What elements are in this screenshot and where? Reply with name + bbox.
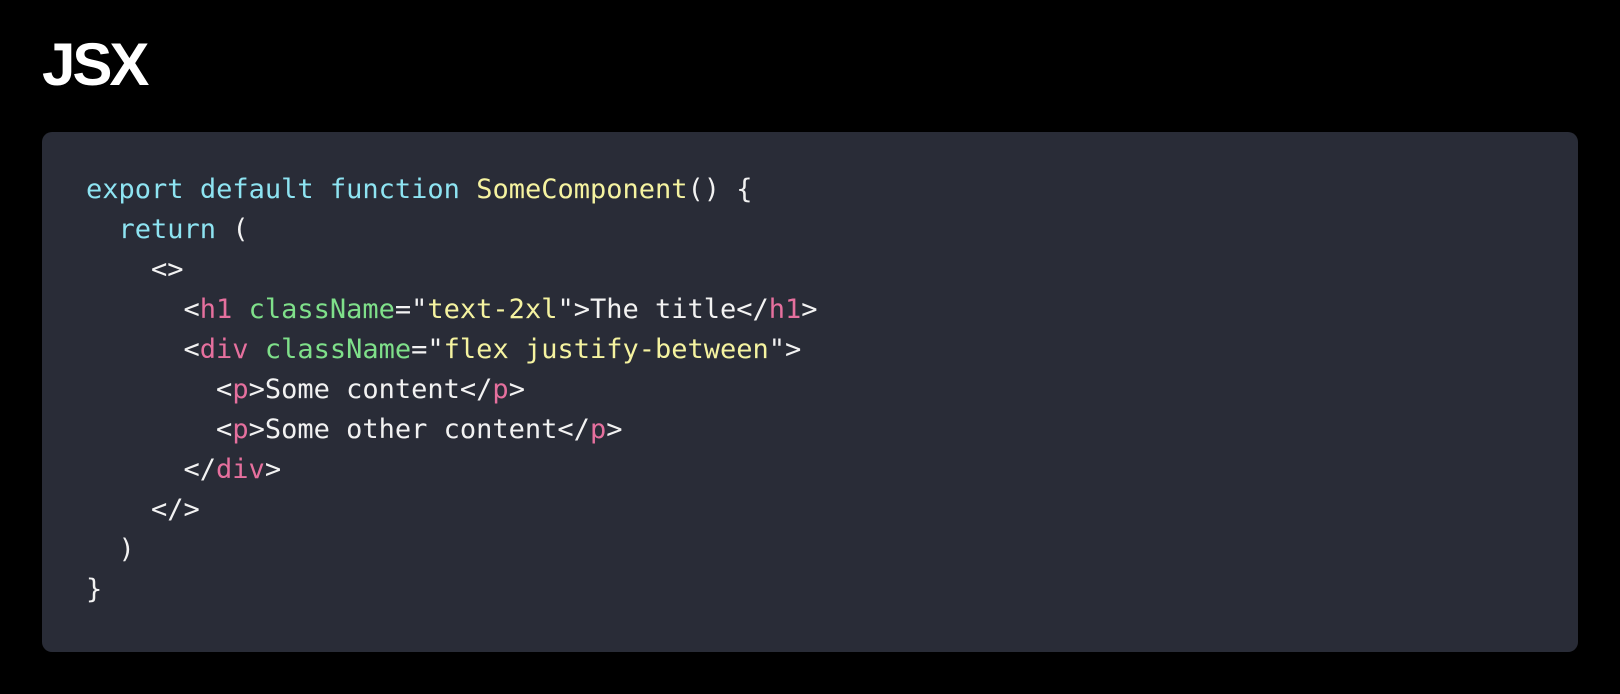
code-line: <div className="flex justify-between"> [86,330,818,370]
code-token-plain: > [508,374,525,405]
code-block[interactable]: export default function SomeComponent() … [42,132,1578,652]
code-token-plain: =" [394,294,428,325]
code-token-plain: <> [86,254,184,285]
code-content[interactable]: export default function SomeComponent() … [86,170,818,610]
code-token-string: flex justify-between [443,334,769,365]
code-line: <h1 className="text-2xl">The title</h1> [86,290,818,330]
code-token-tag: p [232,374,249,405]
code-token-plain: > [606,414,623,445]
code-token-tag: div [199,334,249,365]
code-token-plain: </> [86,494,200,525]
code-line: ) [86,530,818,570]
code-token-string: text-2xl [427,294,558,325]
code-token-plain: >Some content</ [248,374,493,405]
code-line: } [86,570,818,610]
code-line: </div> [86,450,818,490]
code-token-tag: h1 [199,294,233,325]
code-token-plain: ) [86,534,135,565]
code-token-plain: >Some other content</ [248,414,590,445]
code-token-plain: "> [768,334,802,365]
code-token-plain: < [86,334,200,365]
page: JSX export default function SomeComponen… [0,0,1620,694]
code-token-plain: < [86,414,233,445]
code-token-plain: () { [687,174,753,205]
code-token-tag: p [492,374,509,405]
code-token-attribute: className [248,294,395,325]
code-token-tag: p [232,414,249,445]
code-line: return ( [86,210,818,250]
code-token-tag: h1 [768,294,802,325]
code-token-plain: < [86,374,233,405]
code-line: <> [86,250,818,290]
code-line: </> [86,490,818,530]
code-token-plain: ( [216,214,249,245]
code-line: <p>Some content</p> [86,370,818,410]
code-token-plain: </ [86,454,217,485]
code-token-plain: =" [411,334,444,365]
code-line: <p>Some other content</p> [86,410,818,450]
code-token-keyword: default [199,174,314,205]
code-token-tag: div [216,454,265,485]
code-line: export default function SomeComponent() … [86,170,818,210]
code-token-plain: < [86,294,200,325]
code-token-keyword: export [86,174,184,205]
code-token-plain: > [264,454,282,485]
code-token-plain: ">The title</ [557,294,769,325]
code-token-plain: } [86,574,103,605]
page-title: JSX [42,31,149,98]
code-token-tag: p [589,414,607,445]
code-token-keyword: function [329,174,460,205]
code-token-plain: > [801,294,818,325]
code-token-function-name: SomeComponent [476,174,688,205]
code-token-keyword: return [118,214,217,245]
code-token-attribute: className [264,334,412,365]
